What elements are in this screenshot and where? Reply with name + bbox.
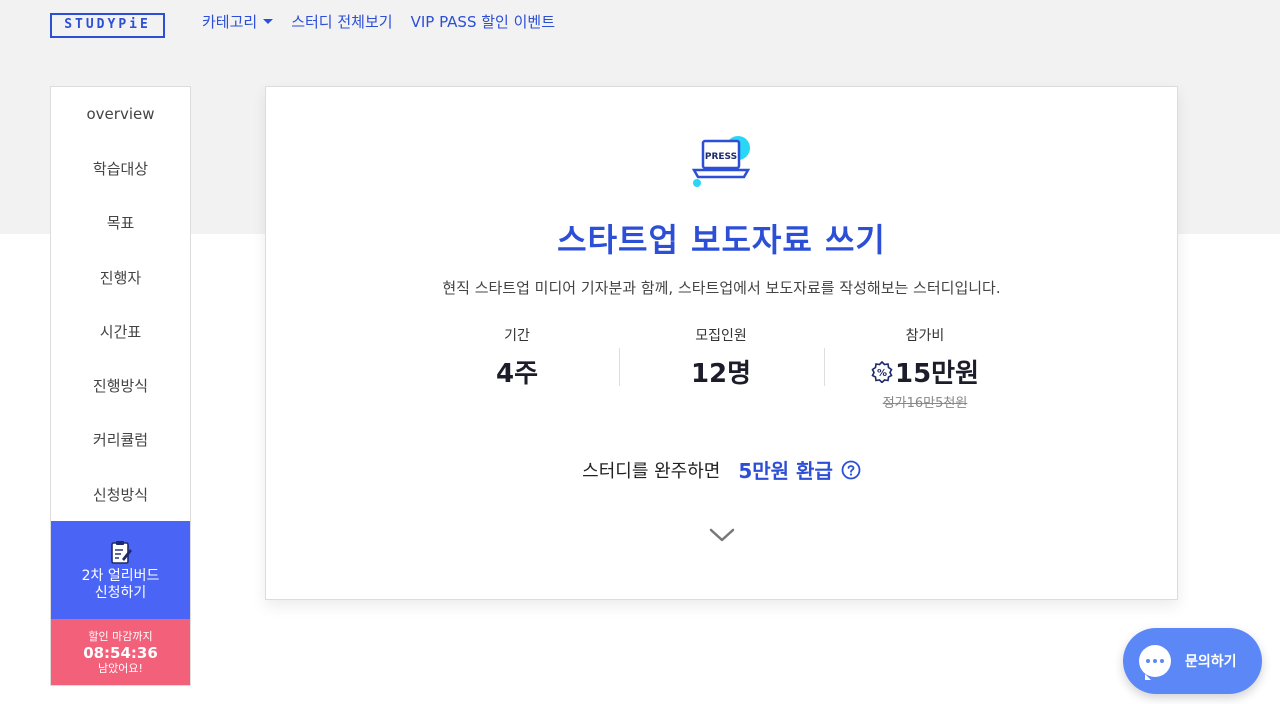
deadline-countdown: 할인 마감까지 08:54:36 남았어요! (51, 619, 190, 685)
nav-all-studies[interactable]: 스터디 전체보기 (291, 11, 392, 32)
sidebar-item-host[interactable]: 진행자 (51, 250, 190, 304)
refund-row: 스터디를 완주하면 5만원 환급 (266, 455, 1177, 484)
nav-all-studies-label: 스터디 전체보기 (291, 13, 393, 31)
stat-period-label: 기간 (504, 328, 530, 344)
stat-fee: 참가비 % 15만원 정가16만5천원 (835, 325, 1015, 411)
stat-fee-original-price: 정가16만5천원 (882, 396, 968, 411)
study-title: 스타트업 보도자료 쓰기 (557, 221, 886, 259)
sidebar-item-target[interactable]: 학습대상 (51, 141, 190, 195)
refund-text: 스터디를 완주하면 (582, 460, 721, 482)
stat-capacity-label: 모집인원 (695, 328, 747, 344)
deadline-remain: 남았어요! (98, 661, 143, 675)
stat-fee-label: 참가비 (905, 328, 945, 344)
sidebar-item-apply-method[interactable]: 신청방식 (51, 467, 190, 521)
refund-amount: 5만원 환급 (738, 459, 833, 483)
main-nav: 카테고리 스터디 전체보기 VIP PASS 할인 이벤트 (202, 11, 555, 32)
refund-amount-row: 5만원 환급 (738, 455, 861, 484)
nav-category[interactable]: 카테고리 (202, 11, 274, 32)
nav-vip-pass[interactable]: VIP PASS 할인 이벤트 (411, 11, 555, 32)
sidebar: overview 학습대상 목표 진행자 시간표 진행방식 커리큘럼 신청방식 … (50, 86, 191, 686)
logo[interactable]: STUDYPiE (50, 13, 165, 38)
stat-capacity-value: 12명 (690, 359, 752, 389)
sidebar-item-method[interactable]: 진행방식 (51, 358, 190, 412)
stat-divider (619, 348, 620, 386)
chat-label: 문의하기 (1185, 654, 1237, 670)
deadline-label: 할인 마감까지 (88, 629, 153, 643)
stat-period: 기간 4주 (427, 325, 607, 390)
sidebar-item-overview[interactable]: overview (51, 87, 190, 141)
question-circle-icon[interactable] (841, 460, 861, 480)
nav-vip-pass-label: VIP PASS 할인 이벤트 (410, 13, 556, 31)
clipboard-pen-icon (110, 540, 132, 564)
deadline-timer: 08:54:36 (83, 643, 158, 662)
press-icon-label: PRESS (705, 152, 737, 162)
press-laptop-icon: PRESS (691, 136, 751, 187)
sidebar-item-curriculum[interactable]: 커리큘럼 (51, 413, 190, 467)
stat-capacity: 모집인원 12명 (631, 325, 811, 390)
discount-badge-icon: % (871, 360, 893, 383)
stat-divider (824, 348, 825, 386)
stat-period-value: 4주 (495, 359, 538, 389)
study-description: 현직 스타트업 미디어 기자분과 함께, 스타트업에서 보도자료를 작성해보는 … (442, 279, 1001, 297)
sidebar-item-schedule[interactable]: 시간표 (51, 304, 190, 358)
caret-down-icon (263, 19, 274, 24)
early-bird-apply-button[interactable]: 2차 얼리버드 신청하기 (51, 521, 190, 619)
chat-bubble-icon (1139, 645, 1171, 680)
study-summary-card: PRESS 스타트업 보도자료 쓰기 현직 스타트업 미디어 기자분과 함께, … (265, 86, 1178, 600)
header: STUDYPiE 카테고리 스터디 전체보기 VIP PASS 할인 이벤트 (0, 0, 1280, 44)
stat-fee-value: 15만원 (894, 359, 980, 389)
chevron-down-icon[interactable] (709, 527, 735, 543)
apply-line2: 신청하기 (94, 584, 147, 601)
nav-category-label: 카테고리 (202, 13, 258, 31)
apply-line1: 2차 얼리버드 (81, 567, 160, 584)
discount-badge-label: % (877, 368, 887, 379)
sidebar-item-goal[interactable]: 목표 (51, 196, 190, 250)
inquiry-chat-button[interactable]: 문의하기 (1123, 628, 1262, 694)
stat-fee-value-row: % 15만원 (835, 353, 1015, 390)
